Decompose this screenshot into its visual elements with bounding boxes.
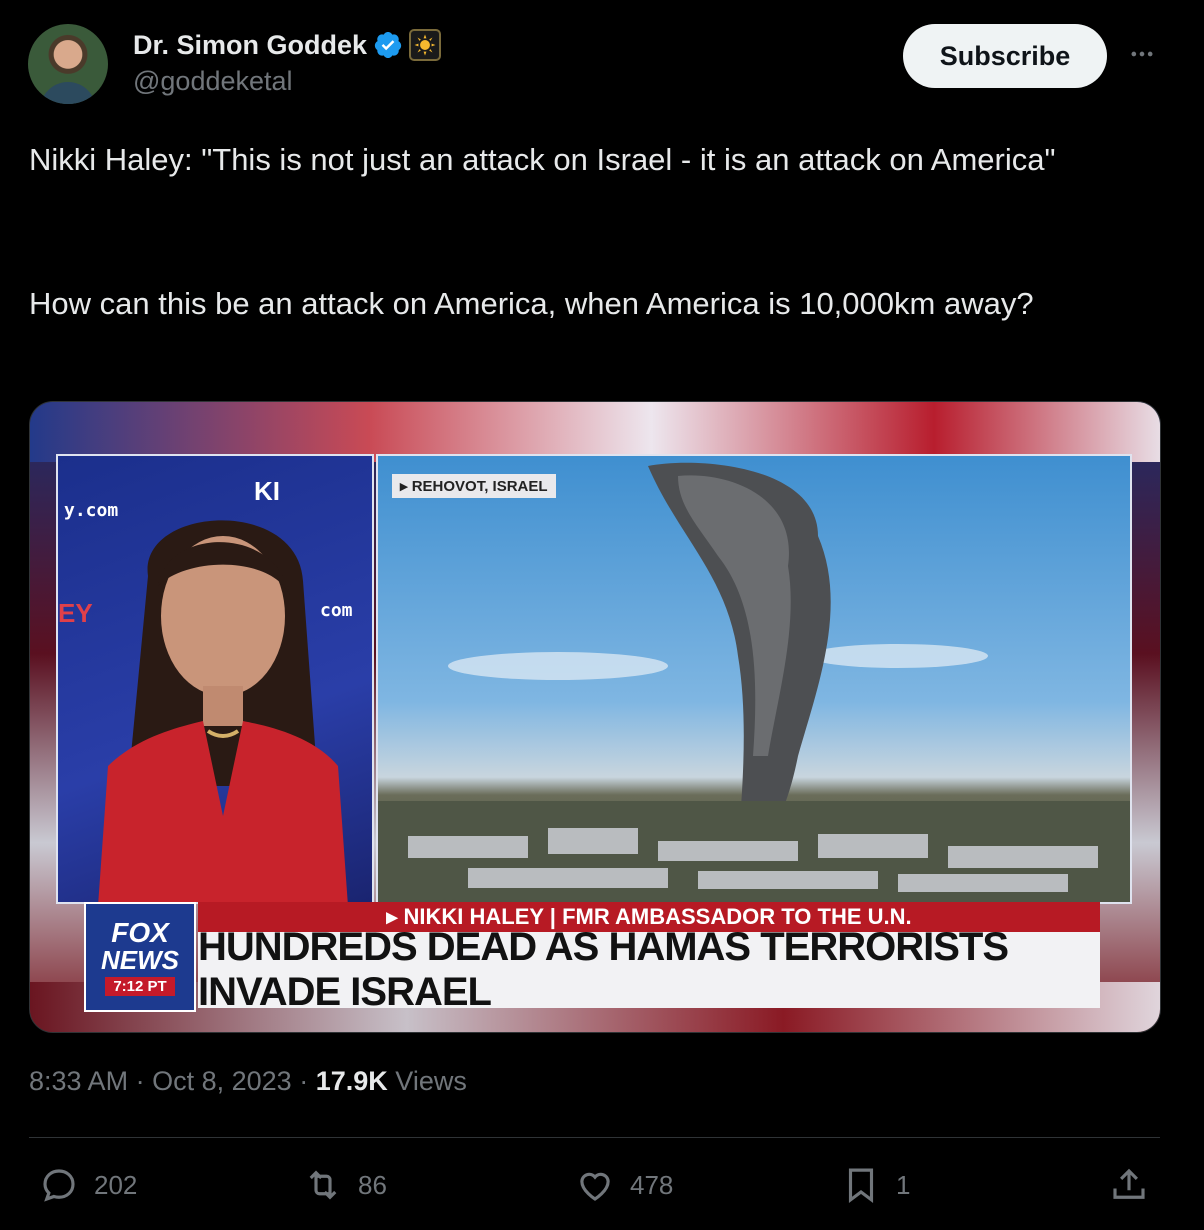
lower-third-banner: FOX NEWS 7:12 PT ▸ NIKKI HALEY | FMR AMB… bbox=[82, 902, 1102, 1014]
bg-watermark: EY bbox=[58, 598, 93, 628]
tweet-date[interactable]: Oct 8, 2023 bbox=[152, 1066, 292, 1096]
bookmark-button[interactable]: 1 bbox=[840, 1164, 910, 1206]
live-footage-panel: ▸ REHOVOT, ISRAEL bbox=[376, 454, 1132, 904]
location-tag: ▸ REHOVOT, ISRAEL bbox=[392, 474, 556, 498]
reply-button[interactable]: 202 bbox=[38, 1164, 137, 1206]
views-label: Views bbox=[395, 1066, 467, 1096]
share-icon bbox=[1113, 1168, 1145, 1199]
smoke-plume-scene bbox=[378, 462, 1130, 902]
like-button[interactable]: 478 bbox=[574, 1164, 673, 1206]
like-count: 478 bbox=[630, 1169, 674, 1200]
author-handle[interactable]: @goddeketal bbox=[133, 66, 441, 97]
stage-backdrop-top bbox=[30, 402, 1160, 462]
sun-badge-icon[interactable] bbox=[409, 29, 442, 61]
network-logo: FOX NEWS 7:12 PT bbox=[84, 902, 196, 1012]
author-name[interactable]: Dr. Simon Goddek bbox=[133, 30, 367, 61]
meta-separator: · bbox=[135, 1066, 145, 1096]
subscribe-button[interactable]: Subscribe bbox=[903, 24, 1107, 88]
author-avatar[interactable] bbox=[28, 24, 108, 104]
reply-count: 202 bbox=[94, 1169, 138, 1200]
tweet-media-image[interactable]: y.com com KI EY ▸ REHOVOT, ISRAEL FOX NE… bbox=[29, 401, 1161, 1033]
heart-icon bbox=[580, 1172, 610, 1201]
broadcast-clock: 7:12 PT bbox=[105, 976, 175, 996]
network-logo-line1: FOX bbox=[111, 916, 169, 948]
news-headline: HUNDREDS DEAD AS HAMAS TERRORISTS INVADE… bbox=[198, 925, 1100, 1014]
repost-button[interactable]: 86 bbox=[302, 1164, 387, 1206]
anchor-figure bbox=[98, 520, 348, 902]
anchor-video-panel: y.com com KI EY bbox=[56, 454, 374, 904]
action-bar: 202 86 478 1 bbox=[0, 1164, 1204, 1212]
repost-icon bbox=[309, 1170, 337, 1200]
reply-icon bbox=[43, 1169, 75, 1202]
more-dots-icon[interactable] bbox=[1126, 38, 1158, 70]
views-count[interactable]: 17.9K bbox=[316, 1066, 388, 1096]
author-block: Dr. Simon Goddek @goddeketal bbox=[133, 28, 442, 97]
tweet-text-line2: How can this be an attack on America, wh… bbox=[29, 286, 1034, 321]
tweet-text-line1: Nikki Haley: "This is not just an attack… bbox=[29, 142, 1056, 177]
meta-separator: · bbox=[299, 1066, 309, 1096]
repost-count: 86 bbox=[358, 1169, 387, 1200]
bookmark-count: 1 bbox=[896, 1169, 911, 1200]
verified-check-icon[interactable] bbox=[373, 30, 403, 60]
tweet-time[interactable]: 8:33 AM bbox=[29, 1066, 128, 1096]
tweet-meta: 8:33 AM · Oct 8, 2023 · 17.9K Views bbox=[29, 1066, 467, 1097]
bookmark-icon bbox=[848, 1168, 874, 1204]
share-button[interactable] bbox=[1108, 1164, 1150, 1206]
network-logo-line2: NEWS bbox=[101, 944, 179, 975]
divider bbox=[29, 1137, 1160, 1138]
